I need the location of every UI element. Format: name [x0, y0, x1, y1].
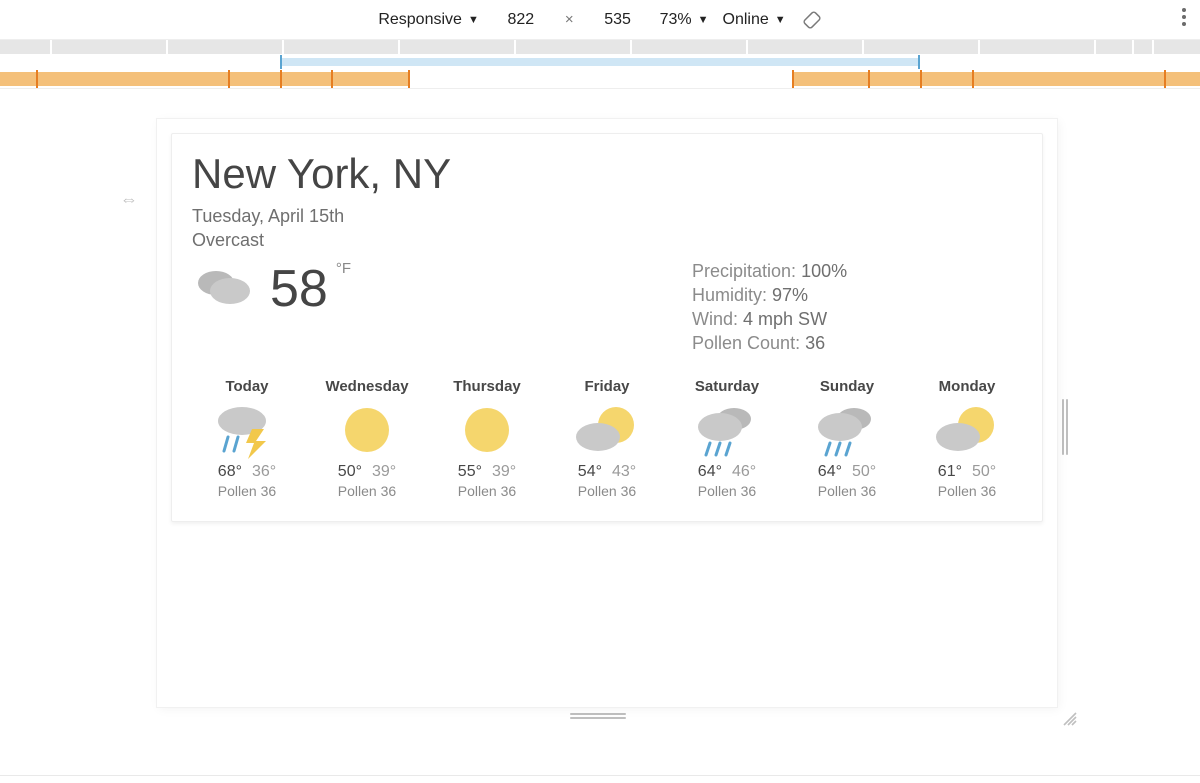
- day-pollen: Pollen 36: [912, 483, 1022, 499]
- weather-card: New York, NY Tuesday, April 15th Overcas…: [171, 133, 1043, 522]
- current-conditions-row: 58 °F Precipitation: 100% Humidity: 97% …: [192, 259, 1022, 356]
- rotate-icon[interactable]: [802, 10, 822, 30]
- resize-handle-right[interactable]: [1062, 399, 1072, 455]
- media-query-breakpoints[interactable]: [0, 70, 1200, 88]
- device-toolbar: Responsive ▼ × 73% ▼ Online ▼: [0, 0, 1200, 40]
- current-stats: Precipitation: 100% Humidity: 97% Wind: …: [692, 259, 1022, 356]
- forecast-day: Today 68°36° Pollen 36: [192, 378, 302, 499]
- day-name: Sunday: [792, 378, 902, 395]
- overcast-icon: [192, 261, 256, 316]
- rain-icon: [792, 403, 902, 457]
- condition-line: Overcast: [192, 228, 1022, 252]
- forecast-day: Friday 54°43° Pollen 36: [552, 378, 662, 499]
- caret-down-icon: ▼: [468, 14, 479, 26]
- forecast-day: Monday 61°50° Pollen 36: [912, 378, 1022, 499]
- day-pollen: Pollen 36: [432, 483, 542, 499]
- date-line: Tuesday, April 15th: [192, 204, 1022, 228]
- zoom-dropdown[interactable]: 73% ▼: [660, 11, 709, 29]
- day-name: Wednesday: [312, 378, 422, 395]
- day-pollen: Pollen 36: [192, 483, 302, 499]
- day-name: Today: [192, 378, 302, 395]
- sunny-icon: [432, 403, 542, 457]
- sunny-icon: [312, 403, 422, 457]
- resize-handle-left[interactable]: ⇔: [120, 189, 138, 210]
- day-temps: 61°50°: [912, 463, 1022, 481]
- day-temps: 64°46°: [672, 463, 782, 481]
- forecast-day: Thursday 55°39° Pollen 36: [432, 378, 542, 499]
- day-temps: 55°39°: [432, 463, 542, 481]
- caret-down-icon: ▼: [698, 14, 709, 26]
- day-temps: 64°50°: [792, 463, 902, 481]
- day-pollen: Pollen 36: [312, 483, 422, 499]
- simulated-viewport: New York, NY Tuesday, April 15th Overcas…: [157, 119, 1057, 707]
- kebab-menu-icon[interactable]: [1182, 8, 1186, 26]
- times-icon: ×: [563, 11, 576, 28]
- day-name: Friday: [552, 378, 662, 395]
- device-mode-label: Responsive: [378, 11, 462, 29]
- temp-unit: °F: [336, 260, 351, 277]
- resize-handle-corner[interactable]: [1062, 711, 1078, 727]
- day-pollen: Pollen 36: [552, 483, 662, 499]
- forecast-row: Today 68°36° Pollen 36 Wednesday 50°39° Polle…: [192, 378, 1022, 499]
- ruler-segments: [0, 40, 1200, 54]
- city-name: New York, NY: [192, 150, 1022, 198]
- caret-down-icon: ▼: [775, 14, 786, 26]
- day-temps: 54°43°: [552, 463, 662, 481]
- device-mode-dropdown[interactable]: Responsive ▼: [378, 11, 479, 29]
- day-pollen: Pollen 36: [672, 483, 782, 499]
- media-query-range[interactable]: [0, 54, 1200, 70]
- network-label: Online: [723, 11, 769, 29]
- day-temps: 50°39°: [312, 463, 422, 481]
- day-name: Thursday: [432, 378, 542, 395]
- day-name: Monday: [912, 378, 1022, 395]
- day-pollen: Pollen 36: [792, 483, 902, 499]
- partly-icon: [552, 403, 662, 457]
- width-input[interactable]: [493, 7, 549, 33]
- forecast-day: Sunday 64°50° Pollen 36: [792, 378, 902, 499]
- storm-icon: [192, 403, 302, 457]
- breakpoint-ruler[interactable]: [0, 40, 1200, 89]
- day-name: Saturday: [672, 378, 782, 395]
- partly-icon: [912, 403, 1022, 457]
- current-temp: 58: [270, 259, 328, 319]
- resize-handle-bottom[interactable]: [570, 713, 626, 721]
- forecast-day: Wednesday 50°39° Pollen 36: [312, 378, 422, 499]
- day-temps: 68°36°: [192, 463, 302, 481]
- device-viewport-area: ⇔ New York, NY Tuesday, April 15th Overc…: [0, 119, 1200, 759]
- network-dropdown[interactable]: Online ▼: [723, 11, 786, 29]
- zoom-label: 73%: [660, 11, 692, 29]
- rain-icon: [672, 403, 782, 457]
- bottom-divider: [0, 775, 1200, 776]
- forecast-day: Saturday 64°46° Pollen 36: [672, 378, 782, 499]
- height-input[interactable]: [590, 7, 646, 33]
